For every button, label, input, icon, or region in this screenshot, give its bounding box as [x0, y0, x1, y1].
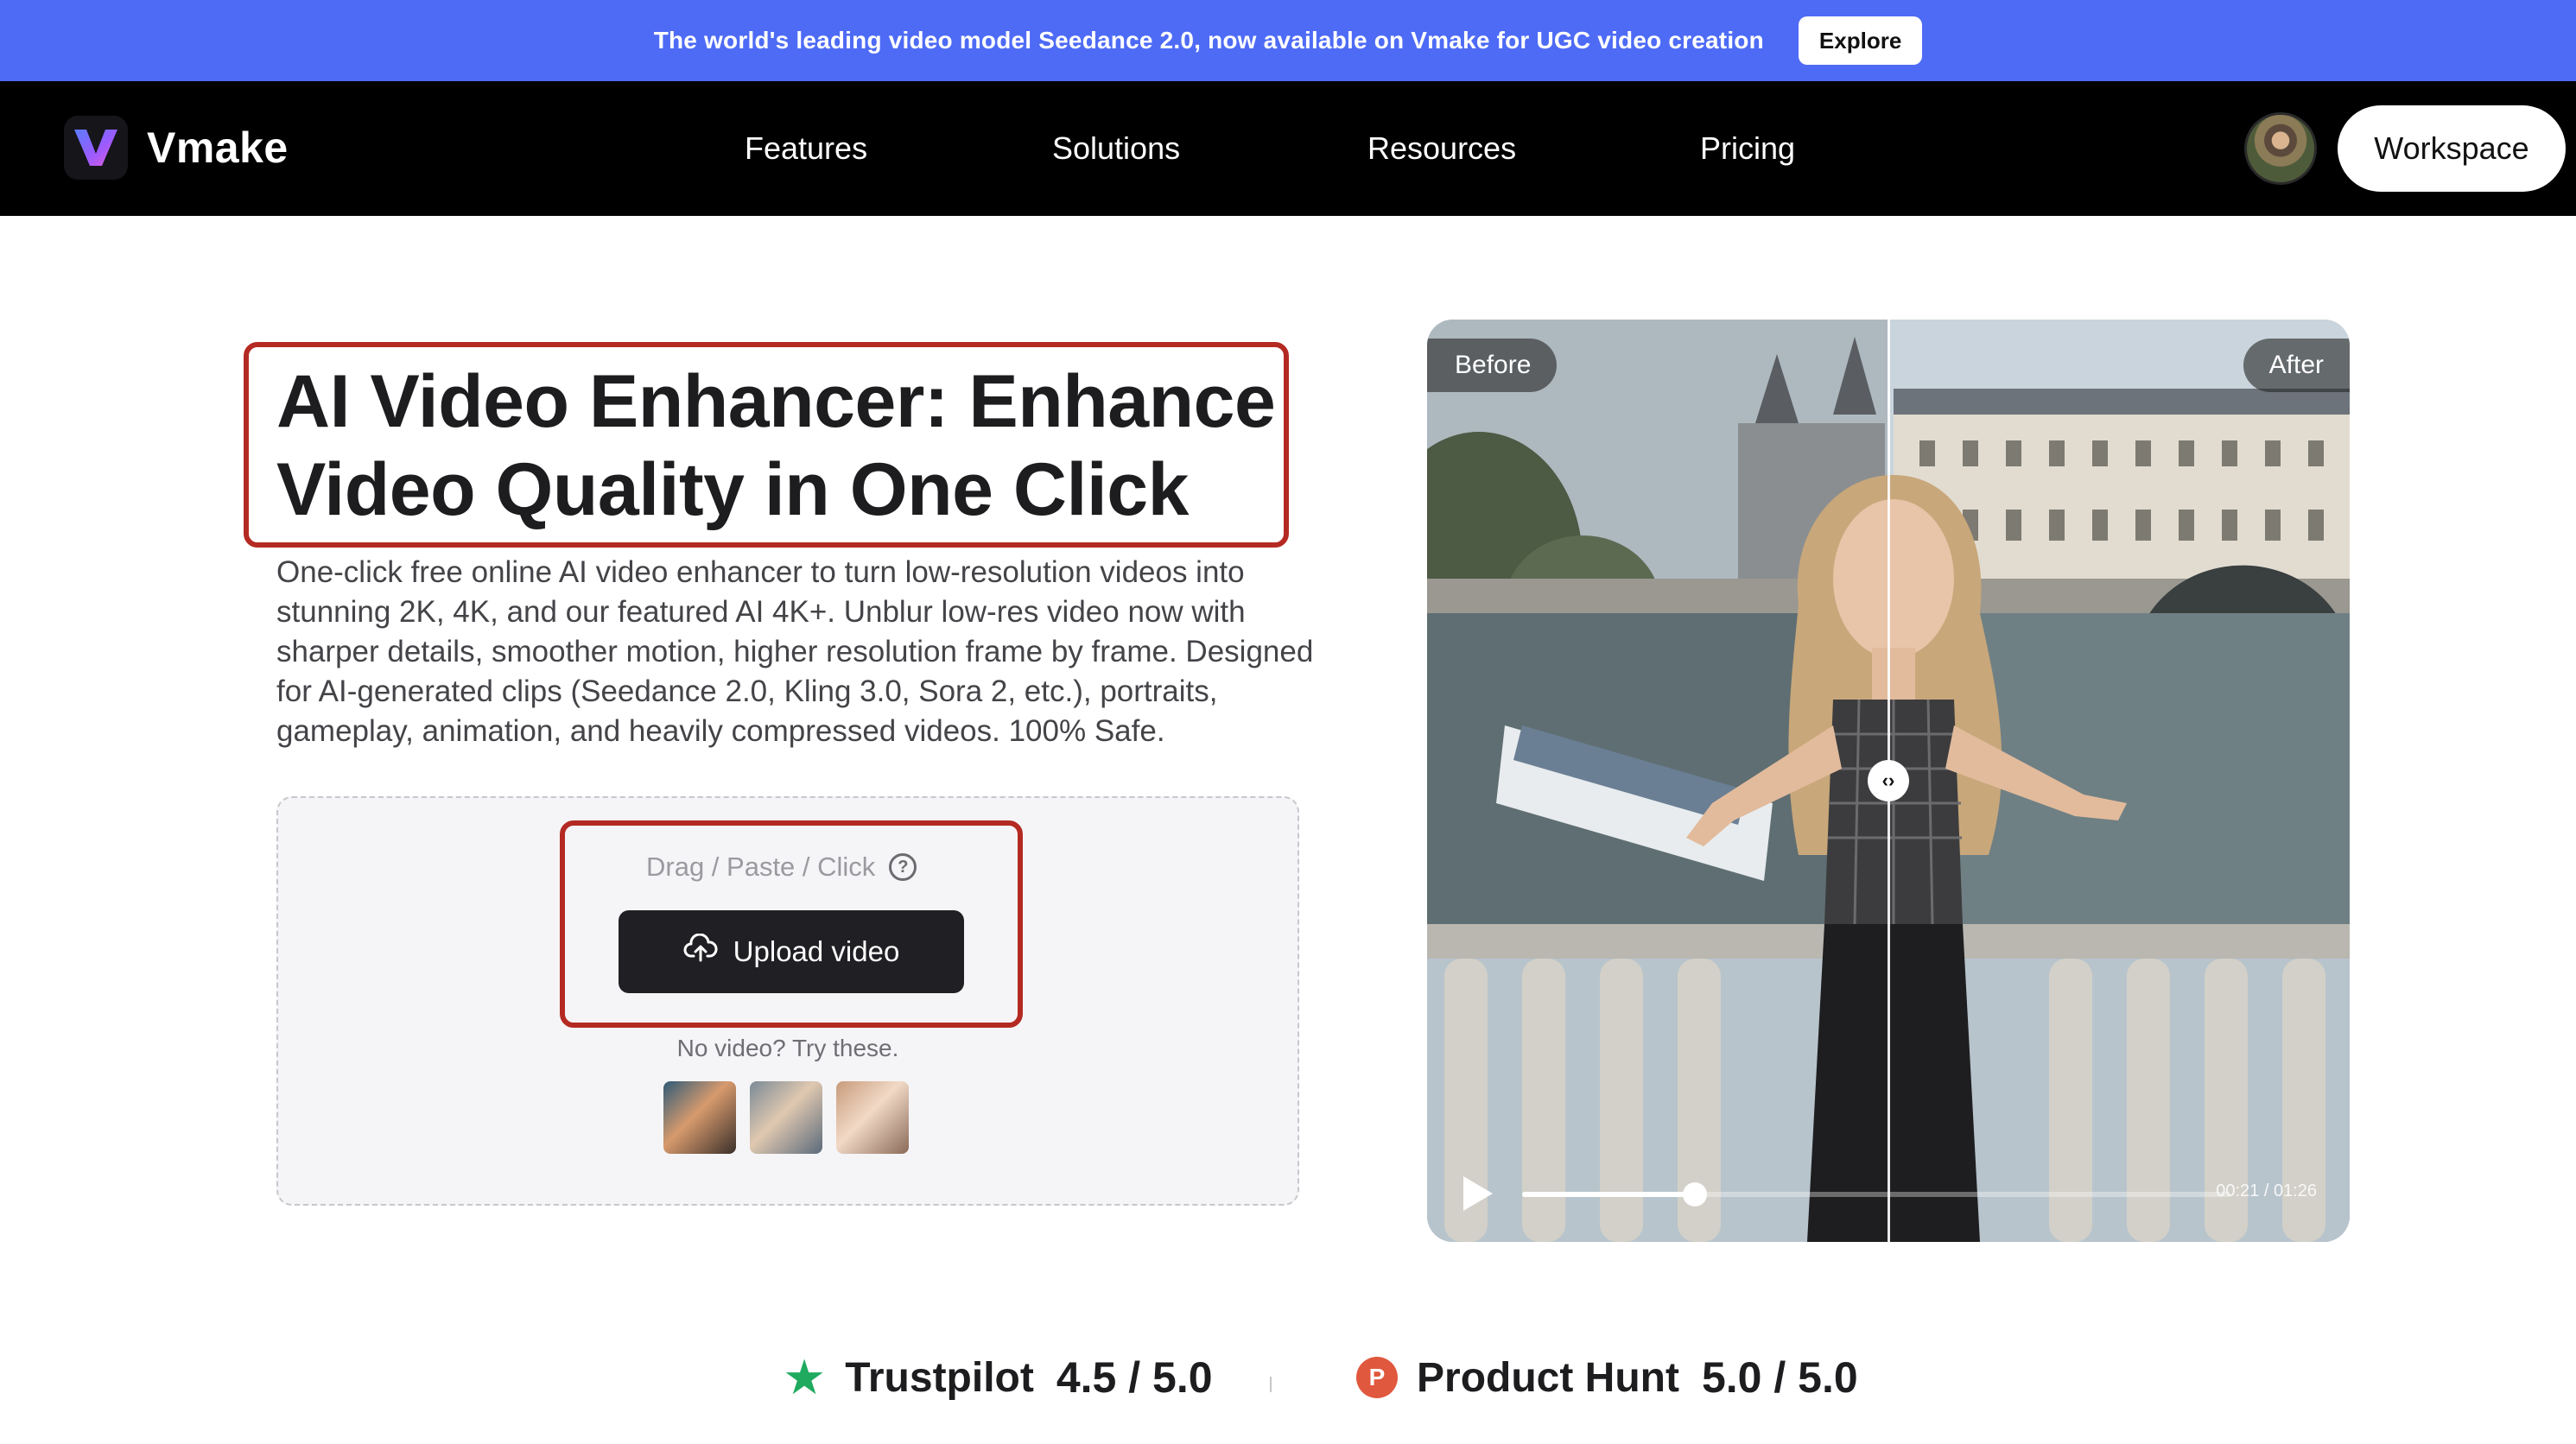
- drag-paste-click-hint: Drag / Paste / Click ?: [646, 852, 917, 883]
- upload-hint-text: Drag / Paste / Click: [646, 852, 876, 882]
- brand-name: Vmake: [147, 124, 289, 172]
- sample-video-thumbnail[interactable]: [836, 1081, 909, 1154]
- split-handle-icon[interactable]: ‹›: [1868, 760, 1909, 801]
- producthunt-rating[interactable]: P Product Hunt 5.0 / 5.0: [1356, 1352, 1858, 1403]
- nav-solutions[interactable]: Solutions: [1052, 131, 1180, 166]
- trustpilot-star-icon: ★: [783, 1350, 827, 1404]
- page-title-line-1: AI Video Enhancer: Enhance: [276, 360, 1276, 443]
- ratings-row: ★ Trustpilot 4.5 / 5.0 P Product Hunt 5.…: [0, 1352, 2576, 1422]
- producthunt-score: 5.0 / 5.0: [1701, 1353, 1858, 1402]
- nav-resources[interactable]: Resources: [1367, 131, 1516, 166]
- cloud-upload-icon: [683, 933, 718, 970]
- announcement-banner: The world's leading video model Seedance…: [0, 0, 2576, 81]
- producthunt-icon: P: [1356, 1357, 1398, 1398]
- workspace-button[interactable]: Workspace: [2338, 105, 2566, 192]
- upload-video-label: Upload video: [733, 935, 900, 967]
- user-avatar[interactable]: [2244, 112, 2317, 185]
- video-time: 00:21 / 01:26: [2216, 1181, 2317, 1200]
- trustpilot-score: 4.5 / 5.0: [1056, 1353, 1213, 1402]
- nav-pricing[interactable]: Pricing: [1700, 131, 1795, 166]
- nav-features[interactable]: Features: [745, 131, 867, 166]
- page-title: AI Video Enhancer: Enhance Video Quality…: [276, 358, 1278, 534]
- play-icon[interactable]: [1463, 1176, 1493, 1211]
- banner-text: The world's leading video model Seedance…: [653, 27, 1764, 54]
- video-progress-fill: [1522, 1192, 1696, 1197]
- upload-video-button[interactable]: Upload video: [619, 910, 964, 993]
- top-nav: Vmake Features Solutions Resources Prici…: [0, 81, 2576, 216]
- video-progress-knob[interactable]: [1683, 1182, 1708, 1206]
- trustpilot-name: Trustpilot: [845, 1354, 1034, 1401]
- before-after-video[interactable]: ‹› Before After 00:21 / 01:26: [1427, 320, 2350, 1242]
- brand-logo[interactable]: Vmake: [64, 116, 289, 180]
- video-progress-bar[interactable]: [1522, 1182, 2230, 1206]
- sample-video-thumbnail[interactable]: [663, 1081, 736, 1154]
- producthunt-name: Product Hunt: [1417, 1354, 1679, 1401]
- explore-button[interactable]: Explore: [1798, 16, 1923, 65]
- trustpilot-rating[interactable]: ★ Trustpilot 4.5 / 5.0: [783, 1352, 1213, 1403]
- ratings-divider: [1270, 1377, 1272, 1392]
- sample-videos: [663, 1081, 909, 1154]
- try-samples-text: No video? Try these.: [676, 1035, 899, 1061]
- vmake-logo-icon: [64, 116, 128, 180]
- hero-description: One-click free online AI video enhancer …: [276, 555, 1314, 748]
- sample-video-thumbnail[interactable]: [750, 1081, 822, 1154]
- question-circle-icon[interactable]: ?: [889, 853, 917, 881]
- after-label: After: [2243, 339, 2350, 392]
- before-label: Before: [1427, 339, 1558, 392]
- page-title-line-2: Video Quality in One Click: [276, 448, 1189, 531]
